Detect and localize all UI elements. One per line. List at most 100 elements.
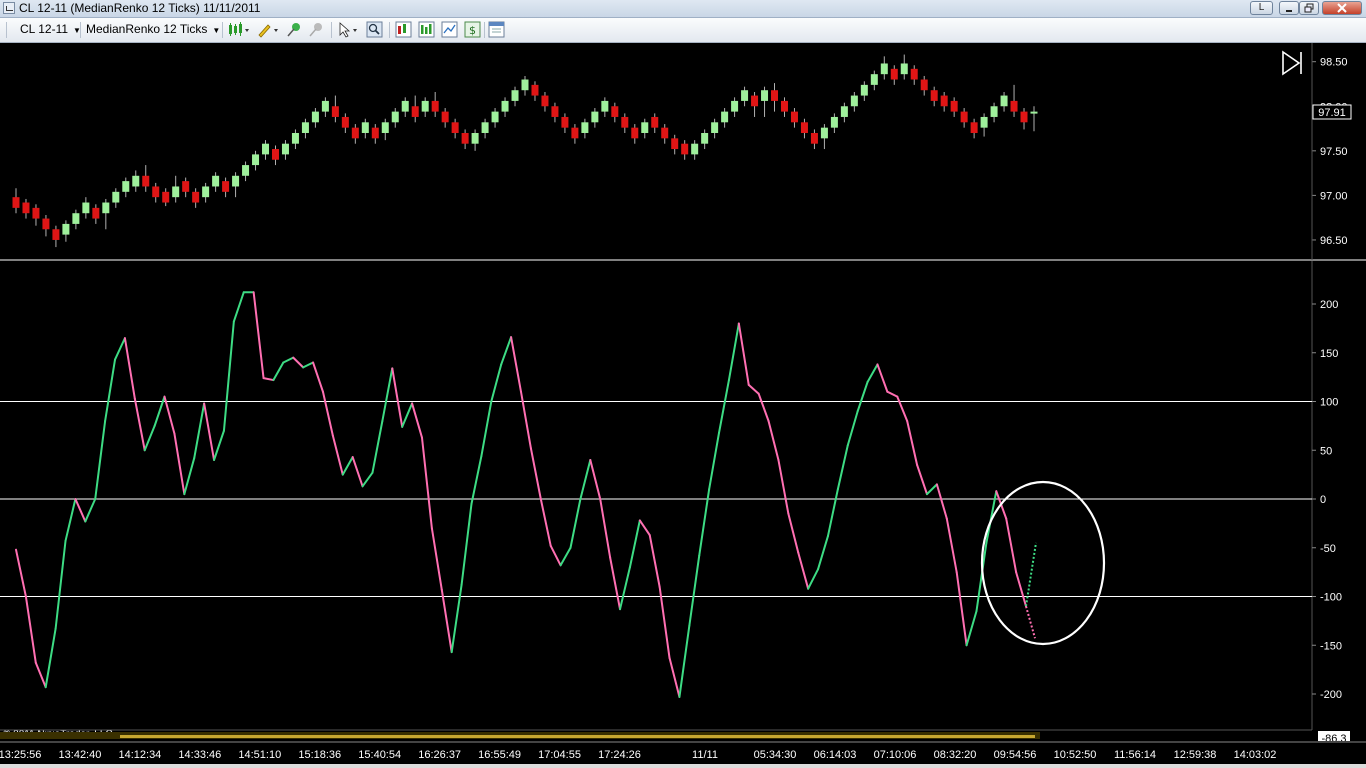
osc-segment xyxy=(559,546,572,567)
dollar-icon[interactable]: $ xyxy=(464,21,481,38)
candle-body xyxy=(960,111,968,123)
osc-segment xyxy=(203,402,216,461)
candle-body xyxy=(631,127,639,139)
osc-segment xyxy=(24,595,37,664)
pin-icon[interactable] xyxy=(285,21,302,38)
instrument-selector[interactable]: CL 12-11 ▼ xyxy=(20,22,81,36)
time-tick-label: 08:32:20 xyxy=(934,749,977,761)
price-candle xyxy=(1020,108,1028,130)
osc-segment xyxy=(708,431,721,491)
candle-body xyxy=(701,133,709,144)
osc-segment xyxy=(84,498,97,523)
candle-body xyxy=(102,202,110,214)
price-candle xyxy=(721,108,729,128)
price-candle xyxy=(172,175,180,203)
pointer-icon[interactable] xyxy=(337,21,361,38)
price-candle xyxy=(591,108,599,128)
osc-segment xyxy=(64,498,77,542)
time-tick-label: 09:54:56 xyxy=(994,749,1037,761)
price-candle xyxy=(351,124,359,144)
price-candle xyxy=(521,75,529,96)
data-box-icon[interactable] xyxy=(395,21,412,38)
osc-segment xyxy=(539,498,552,547)
osc-segment xyxy=(123,337,136,400)
candle-body xyxy=(581,122,589,133)
maximize-button[interactable] xyxy=(1299,1,1319,15)
candle-body xyxy=(1030,111,1038,114)
osc-segment xyxy=(292,356,305,369)
price-candle xyxy=(291,129,299,150)
price-candle xyxy=(900,54,908,80)
calendar-icon[interactable] xyxy=(488,21,505,38)
oscillator-line xyxy=(15,291,1037,698)
osc-segment xyxy=(718,379,730,434)
candle-body xyxy=(830,116,838,128)
candle-body xyxy=(870,74,878,85)
price-candle xyxy=(601,97,609,117)
osc-segment xyxy=(420,436,433,530)
candle-body xyxy=(850,95,858,107)
candle-body xyxy=(491,111,499,123)
horizontal-scrollbar[interactable] xyxy=(0,764,1366,768)
price-candle xyxy=(222,177,230,198)
chart-properties-icon[interactable] xyxy=(441,21,458,38)
candle-body xyxy=(601,100,609,112)
price-candle xyxy=(341,113,349,133)
period-selector[interactable]: MedianRenko 12 Ticks ▼ xyxy=(86,22,220,36)
price-candle xyxy=(551,102,559,123)
osc-segment xyxy=(173,432,186,496)
candle-body xyxy=(311,111,319,123)
pencil-icon[interactable] xyxy=(256,21,280,38)
oscillator-axis: 200 150 100 50 0 -50 -100 -150 -200 xyxy=(1312,299,1342,701)
price-candle xyxy=(890,65,898,85)
candle-body xyxy=(222,181,230,192)
zoom-icon[interactable] xyxy=(366,21,383,38)
price-candle xyxy=(471,129,479,151)
play-end-icon[interactable] xyxy=(1282,50,1302,76)
candle-body xyxy=(421,100,429,112)
osc-segment xyxy=(609,556,622,611)
osc-segment xyxy=(163,395,176,435)
osc-tick-label: 150 xyxy=(1320,348,1338,360)
osc-segment xyxy=(826,488,839,538)
bars-icon[interactable] xyxy=(227,21,251,38)
price-candle xyxy=(281,140,289,160)
close-button[interactable] xyxy=(1322,1,1362,15)
highlight-ellipse xyxy=(980,480,1106,646)
candle-body xyxy=(741,90,749,101)
osc-segment xyxy=(1015,571,1027,608)
pin-disabled-icon[interactable] xyxy=(307,21,324,38)
price-candle xyxy=(22,198,30,219)
candle-body xyxy=(172,186,180,198)
osc-segment xyxy=(490,363,503,403)
osc-segment xyxy=(925,483,938,496)
price-candle xyxy=(92,204,100,224)
osc-tick-label: -100 xyxy=(1320,592,1342,604)
strategies-icon[interactable] xyxy=(418,21,435,38)
price-candle xyxy=(771,83,779,112)
candle-body xyxy=(501,100,509,112)
candle-body xyxy=(1010,100,1018,112)
link-l-button[interactable]: L xyxy=(1250,1,1273,15)
chart-area[interactable]: 98.5098.0097.5097.0096.50 200150100500-5… xyxy=(0,43,1366,768)
price-candle xyxy=(920,75,928,96)
osc-segment xyxy=(906,420,919,466)
price-candle xyxy=(42,215,50,237)
price-candle xyxy=(461,129,469,150)
osc-segment xyxy=(737,322,750,386)
osc-segment xyxy=(529,447,542,500)
osc-segment xyxy=(430,527,443,591)
price-candle xyxy=(940,92,948,112)
time-tick-label: 11/11 xyxy=(692,749,718,761)
price-candle xyxy=(970,118,978,139)
osc-segment xyxy=(619,566,631,611)
candle-body xyxy=(621,116,629,128)
minimize-button[interactable] xyxy=(1279,1,1299,15)
osc-segment xyxy=(213,429,225,461)
chart-toolbar: CL 12-11 ▼ MedianRenko 12 Ticks ▼ $ xyxy=(0,18,1366,43)
osc-segment xyxy=(945,517,958,574)
price-candle xyxy=(780,97,788,117)
osc-segment xyxy=(896,395,909,422)
time-tick-label: 14:12:34 xyxy=(118,749,161,761)
price-candle xyxy=(72,209,80,230)
